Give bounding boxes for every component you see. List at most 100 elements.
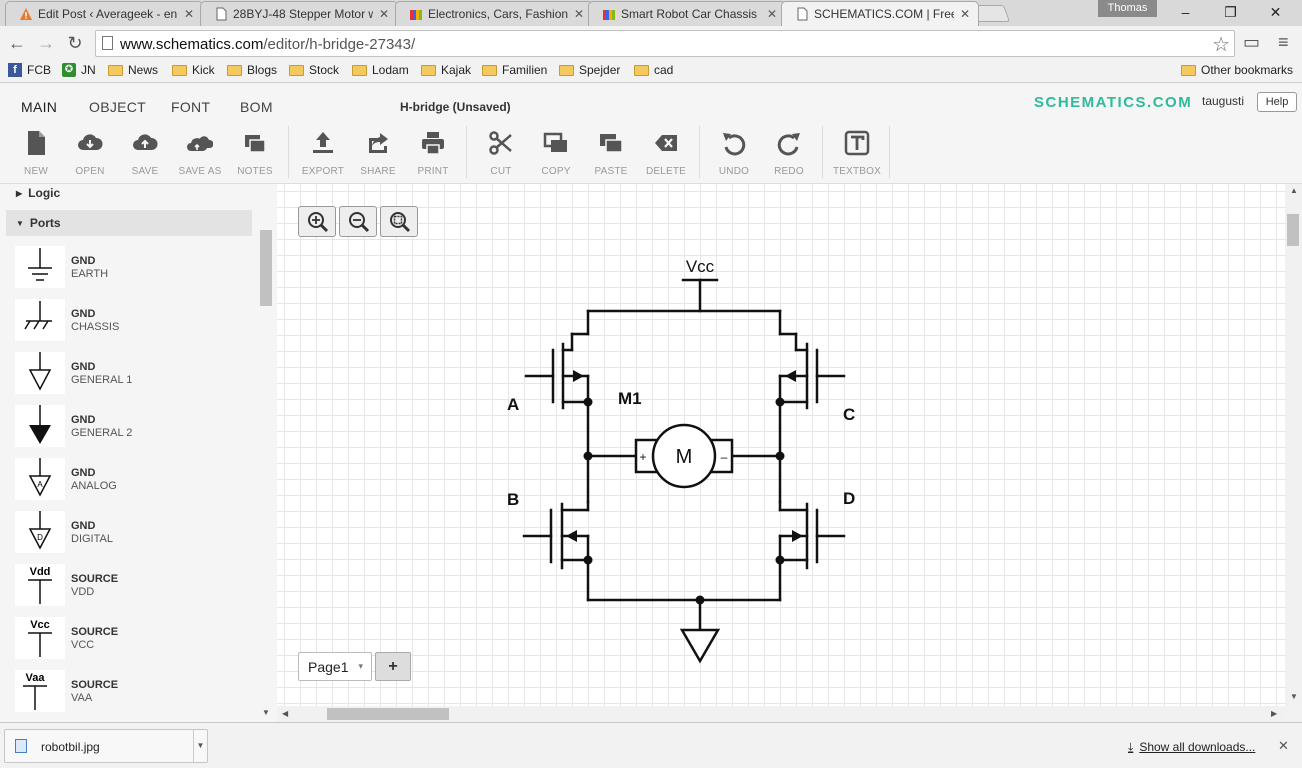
scroll-down-icon[interactable]: ▼ (262, 708, 270, 717)
close-icon[interactable]: ✕ (960, 7, 970, 21)
browser-tab-1[interactable]: Edit Post ‹ Averageek - en ✕ (5, 1, 203, 26)
canvas-vertical-scrollbar[interactable]: ▲ ▼ (1285, 184, 1302, 706)
copy-button[interactable]: COPY (528, 130, 584, 177)
part-gnd-chassis[interactable]: GND CHASSIS (15, 299, 255, 345)
cast-icon[interactable]: ▭ (1243, 32, 1260, 53)
library-scrollbar[interactable]: ▼ (259, 226, 272, 717)
bookmark-lodam[interactable]: Lodam (352, 63, 409, 77)
motor-minus-label: – (721, 450, 728, 464)
redo-button[interactable]: REDO (761, 130, 817, 177)
export-button[interactable]: EXPORT (295, 130, 351, 177)
paste-button[interactable]: PASTE (583, 130, 639, 177)
close-icon[interactable]: ✕ (184, 7, 194, 21)
category-logic[interactable]: ▶ Logic (6, 184, 252, 206)
menu-font[interactable]: FONT (171, 99, 210, 115)
open-button[interactable]: OPEN (62, 130, 118, 177)
maximize-icon[interactable]: ❐ (1208, 2, 1253, 22)
scroll-left-icon[interactable]: ◀ (282, 709, 288, 718)
part-gnd-general1[interactable]: GND GENERAL 1 (15, 352, 255, 398)
gate-label-b[interactable]: B (507, 490, 519, 509)
bookmark-cad[interactable]: cad (634, 63, 673, 77)
part-gnd-general2[interactable]: GND GENERAL 2 (15, 405, 255, 451)
ground-digital-icon: D (15, 511, 65, 553)
category-ports[interactable]: ▼ Ports (6, 210, 252, 236)
scrollbar-thumb[interactable] (260, 230, 272, 306)
menu-main[interactable]: MAIN (21, 99, 57, 115)
part-gnd-analog[interactable]: A GND ANALOG (15, 458, 255, 504)
window-close-icon[interactable]: ✕ (1253, 2, 1298, 22)
h-bridge-schematic[interactable]: Vcc M + – M1 A B C D (277, 184, 1285, 706)
cut-button[interactable]: CUT (473, 130, 529, 177)
browser-tab-5[interactable]: SCHEMATICS.COM | Free Ci ✕ (781, 1, 979, 26)
minimize-icon[interactable]: – (1163, 2, 1208, 22)
part-gnd-digital[interactable]: D GND DIGITAL (15, 511, 255, 557)
undo-button[interactable]: UNDO (706, 130, 762, 177)
part-gnd-earth[interactable]: GND EARTH (15, 246, 255, 292)
canvas-horizontal-scrollbar[interactable]: ◀ ▶ (277, 706, 1285, 722)
forward-arrow-icon[interactable]: → (34, 31, 58, 55)
part-subtitle: VAA (71, 692, 93, 704)
back-arrow-icon[interactable]: ← (5, 31, 29, 55)
delete-button[interactable]: DELETE (638, 130, 694, 177)
reload-icon[interactable]: ↻ (63, 31, 87, 55)
bookmark-label: Lodam (372, 63, 409, 77)
show-all-downloads-link[interactable]: ⤓ Show all downloads... (1128, 740, 1255, 755)
scroll-right-icon[interactable]: ▶ (1271, 709, 1277, 718)
gate-label-d[interactable]: D (843, 489, 855, 508)
schematic-canvas[interactable]: Vcc M + – M1 A B C D Page1 ▾ + (277, 184, 1285, 706)
part-name: GND (71, 467, 96, 479)
bookmark-news[interactable]: News (108, 63, 158, 77)
close-icon[interactable]: ✕ (379, 7, 389, 21)
add-page-button[interactable]: + (375, 652, 411, 681)
component-label-m1[interactable]: M1 (618, 389, 642, 408)
bookmark-stock[interactable]: Stock (289, 63, 339, 77)
gate-label-a[interactable]: A (507, 395, 519, 414)
part-subtitle: VDD (71, 586, 95, 598)
part-source-vdd[interactable]: Vdd SOURCE VDD (15, 564, 255, 610)
username[interactable]: taugusti (1202, 94, 1244, 108)
vcc-label[interactable]: Vcc (686, 257, 715, 276)
bookmark-blogs[interactable]: Blogs (227, 63, 277, 77)
save-as-button[interactable]: SAVE AS (172, 130, 228, 177)
other-bookmarks[interactable]: Other bookmarks (1181, 63, 1293, 77)
profile-chip[interactable]: Thomas (1098, 0, 1157, 17)
caret-down-icon[interactable]: ▾ (358, 661, 363, 672)
gate-label-c[interactable]: C (843, 405, 855, 424)
brand-logo[interactable]: SCHEMATICS.COM (1034, 94, 1192, 111)
part-source-vaa[interactable]: Vaa SOURCE VAA (15, 670, 255, 716)
print-button[interactable]: PRINT (405, 130, 461, 177)
close-icon[interactable]: ✕ (767, 7, 777, 21)
chevron-down-icon[interactable]: ▼ (193, 730, 207, 762)
bookmark-star-icon[interactable]: ☆ (1212, 32, 1230, 57)
browser-tab-2[interactable]: 28BYJ-48 Stepper Motor w ✕ (200, 1, 398, 26)
textbox-button[interactable]: TEXTBOX (829, 130, 885, 177)
close-icon[interactable]: ✕ (1278, 738, 1289, 754)
menu-icon[interactable]: ≡ (1278, 32, 1289, 53)
menu-bom[interactable]: BOM (240, 99, 273, 115)
menu-object[interactable]: OBJECT (89, 99, 146, 115)
scrollbar-thumb[interactable] (1287, 214, 1299, 246)
page-tab[interactable]: Page1 ▾ (298, 652, 372, 681)
scrollbar-thumb[interactable] (327, 708, 449, 720)
scroll-up-icon[interactable]: ▲ (1290, 186, 1298, 195)
jn-icon: ✪ (62, 63, 76, 77)
share-button[interactable]: SHARE (350, 130, 406, 177)
bookmark-spejder[interactable]: Spejder (559, 63, 620, 77)
browser-tab-4[interactable]: Smart Robot Car Chassis Ki ✕ (588, 1, 786, 26)
download-item[interactable]: robotbil.jpg ▼ (4, 729, 208, 763)
bookmark-familien[interactable]: Familien (482, 63, 547, 77)
bookmark-kajak[interactable]: Kajak (421, 63, 471, 77)
browser-tab-3[interactable]: Electronics, Cars, Fashion, C ✕ (395, 1, 593, 26)
bookmark-kick[interactable]: Kick (172, 63, 215, 77)
scroll-down-icon[interactable]: ▼ (1290, 692, 1298, 701)
part-source-vcc[interactable]: Vcc SOURCE VCC (15, 617, 255, 663)
close-icon[interactable]: ✕ (574, 7, 584, 21)
save-button[interactable]: SAVE (117, 130, 173, 177)
notes-button[interactable]: NOTES (227, 130, 283, 177)
bookmark-jn[interactable]: ✪ JN (62, 63, 96, 77)
new-button[interactable]: NEW (8, 130, 64, 177)
address-bar[interactable]: www.schematics.com/editor/h-bridge-27343… (95, 30, 1235, 57)
help-button[interactable]: Help (1257, 92, 1297, 112)
bookmark-fcb[interactable]: f FCB (8, 63, 51, 77)
source-vcc-icon: Vcc (15, 617, 65, 659)
